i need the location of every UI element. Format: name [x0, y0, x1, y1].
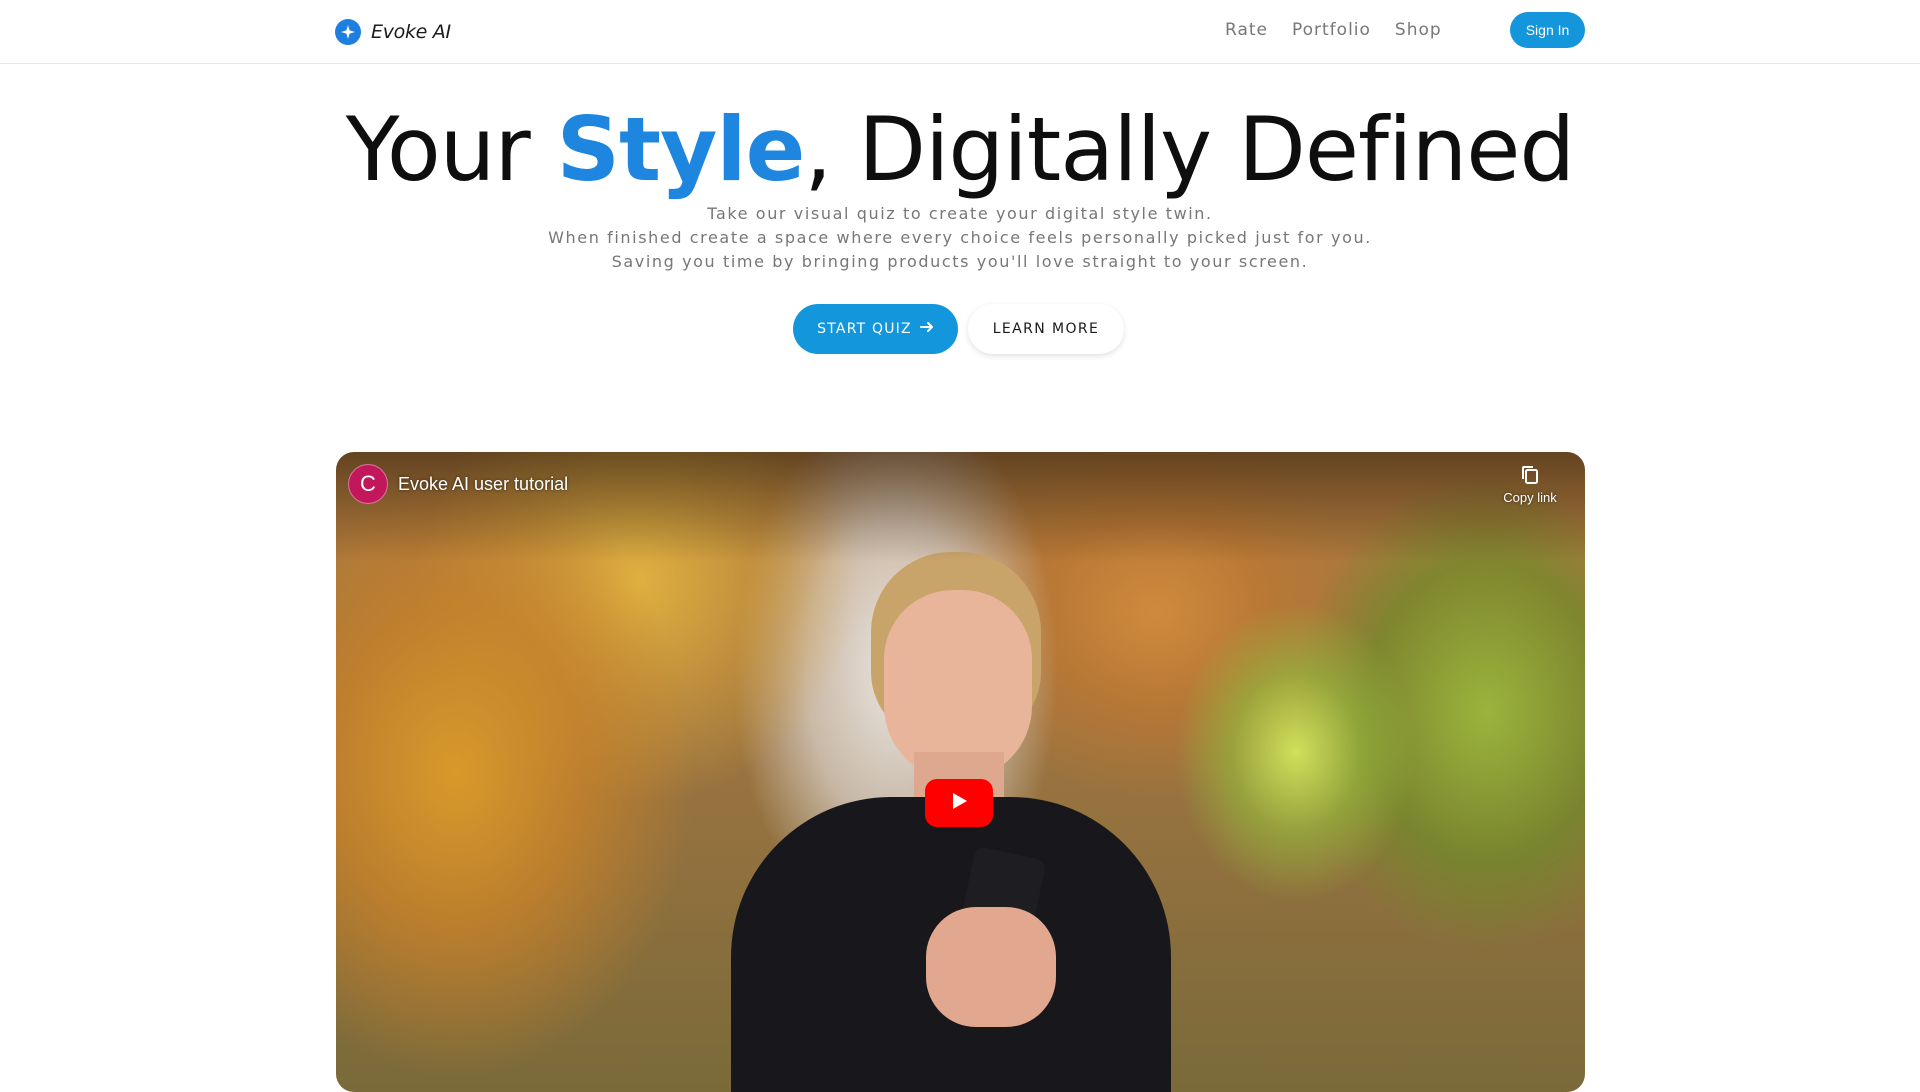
start-quiz-label: START QUIZ: [817, 321, 912, 337]
hero-title-accent: Style: [556, 98, 806, 201]
play-button[interactable]: [925, 779, 993, 827]
arrow-right-icon: [919, 320, 934, 338]
hero-title: Your Style, Digitally Defined: [0, 98, 1920, 201]
video-title[interactable]: Evoke AI user tutorial: [398, 474, 568, 495]
brand-name: Evoke AI: [371, 21, 451, 43]
copy-icon: [1519, 464, 1541, 486]
nav-link-rate[interactable]: Rate: [1225, 20, 1268, 40]
copy-link-button[interactable]: Copy link: [1495, 464, 1565, 505]
video-hand: [926, 907, 1056, 1027]
hero-subtitle-line-3: Saving you time by bringing products you…: [611, 252, 1309, 271]
start-quiz-button[interactable]: START QUIZ: [793, 304, 958, 354]
brand-logo-link[interactable]: Evoke AI: [335, 18, 451, 46]
sign-in-button[interactable]: Sign In: [1510, 12, 1585, 48]
nav-link-portfolio[interactable]: Portfolio: [1292, 20, 1371, 40]
hero-actions: START QUIZ LEARN MORE: [793, 304, 1124, 354]
hero-title-after: , Digitally Defined: [804, 98, 1575, 201]
copy-link-label: Copy link: [1503, 490, 1557, 505]
hero-subtitle-line-1: Take our visual quiz to create your digi…: [707, 204, 1213, 223]
sparkle-icon: [335, 19, 361, 45]
hero-title-before: Your: [345, 98, 557, 201]
site-header: Evoke AI Rate Portfolio Shop Sign In: [0, 0, 1920, 64]
learn-more-button[interactable]: LEARN MORE: [968, 304, 1124, 354]
channel-avatar[interactable]: C: [348, 464, 388, 504]
play-icon: [948, 790, 970, 816]
main-nav: Rate Portfolio Shop: [1225, 20, 1442, 40]
tutorial-video-embed[interactable]: C Evoke AI user tutorial Copy link: [336, 452, 1585, 1092]
nav-link-shop[interactable]: Shop: [1395, 20, 1442, 40]
hero-subtitle-line-2: When finished create a space where every…: [548, 228, 1372, 247]
video-top-overlay: [336, 452, 1585, 562]
